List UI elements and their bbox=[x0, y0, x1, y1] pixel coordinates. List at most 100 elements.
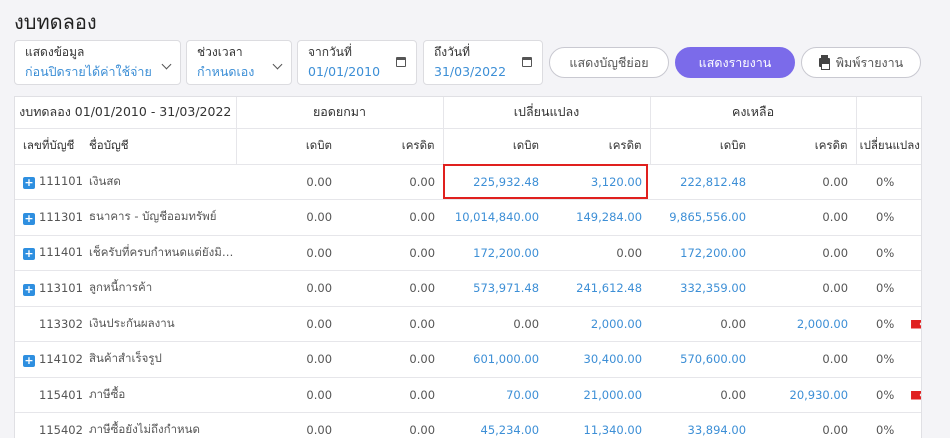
bf-debit-cell: 0.00 bbox=[236, 270, 341, 307]
account-code: 115402 bbox=[39, 423, 83, 438]
table-row[interactable]: 115401 ภาษีซื้อ 0.00 0.00 70.00 21,000.00 0.00… bbox=[15, 377, 921, 413]
change-pct-cell: 0% bbox=[856, 412, 921, 438]
change-pct-value: 0% bbox=[876, 245, 895, 260]
bf-debit-cell: 0.00 bbox=[236, 412, 341, 438]
account-code-cell[interactable]: +111101 bbox=[15, 164, 83, 200]
table-row[interactable]: +113101 ลูกหนี้การค้า 0.00 0.00 573,971.48 24… bbox=[15, 270, 921, 307]
ch-debit-cell[interactable]: 601,000.00 bbox=[443, 341, 548, 378]
from-date-field[interactable]: จากวันที่ 01/01/2010 bbox=[297, 40, 417, 85]
rem-credit-cell[interactable]: 0.00 bbox=[754, 341, 857, 378]
ch-debit-cell[interactable]: 45,234.00 bbox=[443, 412, 548, 438]
account-code: 113302 bbox=[39, 316, 83, 331]
trial-balance-table: งบทดลอง 01/01/2010 - 31/03/2022 ยอดยกมา … bbox=[14, 96, 922, 438]
rem-debit-cell[interactable]: 332,359.00 bbox=[650, 270, 755, 307]
expand-plus-icon[interactable]: + bbox=[23, 354, 35, 367]
change-pct-value: 0% bbox=[876, 387, 895, 402]
flag-icon bbox=[911, 319, 921, 329]
account-name-cell: เงินประกันผลงาน bbox=[83, 306, 237, 342]
rem-debit-cell[interactable]: 570,600.00 bbox=[650, 341, 755, 378]
account-code-cell[interactable]: +113101 bbox=[15, 270, 83, 307]
rem-debit-cell[interactable]: 33,894.00 bbox=[650, 412, 755, 438]
table-row[interactable]: 113302 เงินประกันผลงาน 0.00 0.00 0.00 2,000.0… bbox=[15, 306, 921, 342]
ch-credit-cell[interactable]: 30,400.00 bbox=[547, 341, 651, 378]
account-code-cell[interactable]: 115401 bbox=[15, 377, 83, 413]
account-code-cell[interactable]: 113302 bbox=[15, 306, 83, 342]
table-row[interactable]: +111101 เงินสด 0.00 0.00 225,932.48 3,120.00 2… bbox=[15, 164, 921, 200]
change-pct-value: 0% bbox=[876, 210, 895, 225]
bf-credit-cell: 0.00 bbox=[340, 235, 444, 271]
ch-debit-cell[interactable]: 573,971.48 bbox=[443, 270, 548, 307]
change-pct-value: 0% bbox=[876, 281, 895, 296]
account-name-cell: ภาษีซื้อยังไม่ถึงกำหนด bbox=[83, 412, 237, 438]
calendar-icon[interactable] bbox=[396, 57, 406, 67]
ch-credit-col-header: เครดิต bbox=[547, 128, 651, 165]
rem-debit-cell[interactable]: 0.00 bbox=[650, 377, 755, 413]
expand-plus-icon[interactable]: + bbox=[23, 177, 35, 190]
period-dropdown[interactable]: ช่วงเวลา กำหนดเอง bbox=[186, 40, 292, 85]
rem-credit-cell[interactable]: 20,930.00 bbox=[754, 377, 857, 413]
bf-credit-cell: 0.00 bbox=[340, 270, 444, 307]
rem-credit-cell[interactable]: 0.00 bbox=[754, 164, 857, 200]
account-code-cell[interactable]: +114102 bbox=[15, 341, 83, 378]
table-row[interactable]: +111401เช็ครับที่ครบกำหนดแต่ยังมิได้ฝ...… bbox=[15, 235, 921, 271]
rem-credit-cell[interactable]: 0.00 bbox=[754, 412, 857, 438]
account-name-cell: ธนาคาร - บัญชีออมทรัพย์ bbox=[83, 199, 237, 236]
bf-credit-cell: 0.00 bbox=[340, 341, 444, 378]
account-name-cell: ภาษีซื้อ bbox=[83, 377, 237, 413]
ch-credit-cell[interactable]: 149,284.00 bbox=[547, 199, 651, 236]
ch-debit-cell[interactable]: 0.00 bbox=[443, 306, 548, 342]
rem-debit-cell[interactable]: 9,865,556.00 bbox=[650, 199, 755, 236]
bf-credit-cell: 0.00 bbox=[340, 377, 444, 413]
rem-debit-cell[interactable]: 222,812.48 bbox=[650, 164, 755, 200]
rem-debit-cell[interactable]: 0.00 bbox=[650, 306, 755, 342]
account-code-cell[interactable]: +111301 bbox=[15, 199, 83, 236]
page-title: งบทดลอง bbox=[14, 10, 97, 34]
account-code: 114102 bbox=[39, 351, 83, 366]
to-date-field[interactable]: ถึงวันที่ 31/03/2022 bbox=[423, 40, 543, 85]
change-header: เปลี่ยนแปลง bbox=[442, 97, 651, 129]
change-pct-value: 0% bbox=[876, 174, 895, 189]
table-row[interactable]: +114102 สินค้าสำเร็จรูป 0.00 0.00 601,000.00… bbox=[15, 341, 921, 378]
period-value: กำหนดเอง bbox=[197, 64, 255, 79]
show-subaccounts-button[interactable]: แสดงบัญชีย่อย bbox=[549, 47, 669, 78]
bf-debit-cell: 0.00 bbox=[236, 199, 341, 236]
change-pct-cell: 0% bbox=[856, 270, 921, 307]
bf-credit-cell: 0.00 bbox=[340, 306, 444, 342]
change-pct-cell: 0% bbox=[856, 306, 921, 342]
account-code-cell[interactable]: +111401 bbox=[15, 235, 83, 271]
show-report-button[interactable]: แสดงรายงาน bbox=[675, 47, 795, 78]
rem-credit-cell[interactable]: 0.00 bbox=[754, 270, 857, 307]
expand-plus-icon[interactable]: + bbox=[23, 248, 35, 261]
ch-debit-cell[interactable]: 10,014,840.00 bbox=[443, 199, 548, 236]
rem-credit-col-header: เครดิต bbox=[754, 128, 857, 165]
bf-credit-col-header: เครดิต bbox=[340, 128, 444, 165]
expand-plus-icon[interactable]: + bbox=[23, 283, 35, 296]
table-row[interactable]: 115402 ภาษีซื้อยังไม่ถึงกำหนด 0.00 0.00 45,2… bbox=[15, 412, 921, 438]
ch-debit-cell[interactable]: 70.00 bbox=[443, 377, 548, 413]
ch-credit-cell[interactable]: 11,340.00 bbox=[547, 412, 651, 438]
ch-credit-cell[interactable]: 2,000.00 bbox=[547, 306, 651, 342]
expand-plus-icon[interactable]: + bbox=[23, 212, 35, 225]
rem-debit-cell[interactable]: 172,200.00 bbox=[650, 235, 755, 271]
ch-credit-cell[interactable]: 21,000.00 bbox=[547, 377, 651, 413]
rem-credit-cell[interactable]: 2,000.00 bbox=[754, 306, 857, 342]
calendar-icon[interactable] bbox=[522, 57, 532, 67]
ch-debit-cell[interactable]: 172,200.00 bbox=[443, 235, 548, 271]
account-code-cell[interactable]: 115402 bbox=[15, 412, 83, 438]
account-name-cell: สินค้าสำเร็จรูป bbox=[83, 341, 237, 378]
rem-credit-cell[interactable]: 0.00 bbox=[754, 199, 857, 236]
print-report-button[interactable]: พิมพ์รายงาน bbox=[801, 47, 921, 78]
ch-credit-cell[interactable]: 0.00 bbox=[547, 235, 651, 271]
ch-debit-cell[interactable]: 225,932.48 bbox=[443, 164, 548, 200]
bf-credit-cell: 0.00 bbox=[340, 412, 444, 438]
display-dropdown[interactable]: แสดงข้อมูล ก่อนปิดรายได้ค่าใช้จ่าย bbox=[14, 40, 181, 85]
printer-icon bbox=[818, 55, 830, 70]
change-pct-value: 0% bbox=[876, 352, 895, 367]
table-row[interactable]: +111301 ธนาคาร - บัญชีออมทรัพย์ 0.00 0.00 10… bbox=[15, 199, 921, 236]
rem-credit-cell[interactable]: 0.00 bbox=[754, 235, 857, 271]
ch-credit-cell[interactable]: 241,612.48 bbox=[547, 270, 651, 307]
change-pct-cell: 0% bbox=[856, 199, 921, 236]
change-pct-cell: 0% bbox=[856, 341, 921, 378]
account-code: 111101 bbox=[39, 174, 83, 189]
ch-credit-cell[interactable]: 3,120.00 bbox=[547, 164, 651, 200]
